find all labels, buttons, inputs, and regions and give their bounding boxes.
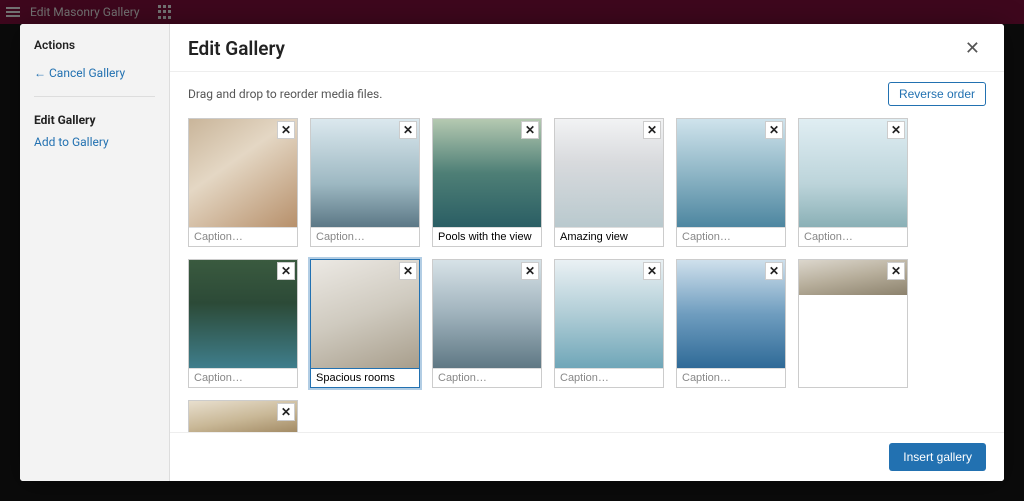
- remove-icon[interactable]: ✕: [765, 121, 783, 139]
- modal-header: Edit Gallery ✕: [170, 24, 1004, 72]
- actions-heading: Actions: [34, 38, 155, 52]
- remove-icon[interactable]: ✕: [643, 262, 661, 280]
- caption-input[interactable]: [555, 368, 663, 387]
- modal-footer: Insert gallery: [170, 432, 1004, 481]
- modal-title: Edit Gallery: [188, 37, 285, 60]
- modal-main: Edit Gallery ✕ Drag and drop to reorder …: [170, 24, 1004, 481]
- gallery-item[interactable]: ✕: [432, 118, 542, 247]
- modal-subheader: Drag and drop to reorder media files. Re…: [170, 72, 1004, 114]
- edit-gallery-modal: Actions Cancel Gallery Edit Gallery Add …: [20, 24, 1004, 481]
- remove-icon[interactable]: ✕: [399, 121, 417, 139]
- gallery-item[interactable]: ✕: [188, 259, 298, 388]
- caption-input[interactable]: [799, 227, 907, 246]
- remove-icon[interactable]: ✕: [277, 121, 295, 139]
- remove-icon[interactable]: ✕: [277, 262, 295, 280]
- gallery-item[interactable]: ✕: [310, 259, 420, 388]
- gallery-grid[interactable]: ✕ ✕ ✕ ✕ ✕ ✕ ✕ ✕ ✕ ✕ ✕ ✕ ✕: [170, 114, 1004, 432]
- remove-icon[interactable]: ✕: [521, 121, 539, 139]
- modal-sidebar: Actions Cancel Gallery Edit Gallery Add …: [20, 24, 170, 481]
- gallery-item[interactable]: ✕: [310, 118, 420, 247]
- caption-input[interactable]: [311, 368, 419, 387]
- caption-input[interactable]: [555, 227, 663, 246]
- remove-icon[interactable]: ✕: [765, 262, 783, 280]
- caption-input[interactable]: [677, 368, 785, 387]
- caption-input[interactable]: [311, 227, 419, 246]
- remove-icon[interactable]: ✕: [887, 262, 905, 280]
- gallery-item[interactable]: ✕: [798, 118, 908, 247]
- caption-input[interactable]: [433, 368, 541, 387]
- remove-icon[interactable]: ✕: [277, 403, 295, 421]
- close-icon[interactable]: ✕: [959, 36, 986, 61]
- gallery-item[interactable]: ✕: [676, 259, 786, 388]
- gallery-item[interactable]: ✕: [432, 259, 542, 388]
- remove-icon[interactable]: ✕: [399, 262, 417, 280]
- caption-input[interactable]: [677, 227, 785, 246]
- caption-input[interactable]: [189, 227, 297, 246]
- cancel-gallery-link[interactable]: Cancel Gallery: [34, 62, 155, 84]
- insert-gallery-button[interactable]: Insert gallery: [889, 443, 986, 471]
- reverse-order-button[interactable]: Reverse order: [888, 82, 986, 106]
- caption-input[interactable]: [189, 368, 297, 387]
- remove-icon[interactable]: ✕: [521, 262, 539, 280]
- gallery-item[interactable]: ✕: [188, 118, 298, 247]
- gallery-item[interactable]: ✕: [554, 259, 664, 388]
- gallery-item[interactable]: ✕: [554, 118, 664, 247]
- caption-input[interactable]: [433, 227, 541, 246]
- instruction-text: Drag and drop to reorder media files.: [188, 87, 382, 101]
- remove-icon[interactable]: ✕: [887, 121, 905, 139]
- gallery-item[interactable]: ✕: [188, 400, 298, 432]
- remove-icon[interactable]: ✕: [643, 121, 661, 139]
- sidebar-item-edit-gallery[interactable]: Edit Gallery: [34, 109, 155, 131]
- sidebar-item-add-to-gallery[interactable]: Add to Gallery: [34, 131, 155, 153]
- sidebar-divider: [34, 96, 155, 97]
- gallery-item[interactable]: ✕: [798, 259, 908, 388]
- gallery-item[interactable]: ✕: [676, 118, 786, 247]
